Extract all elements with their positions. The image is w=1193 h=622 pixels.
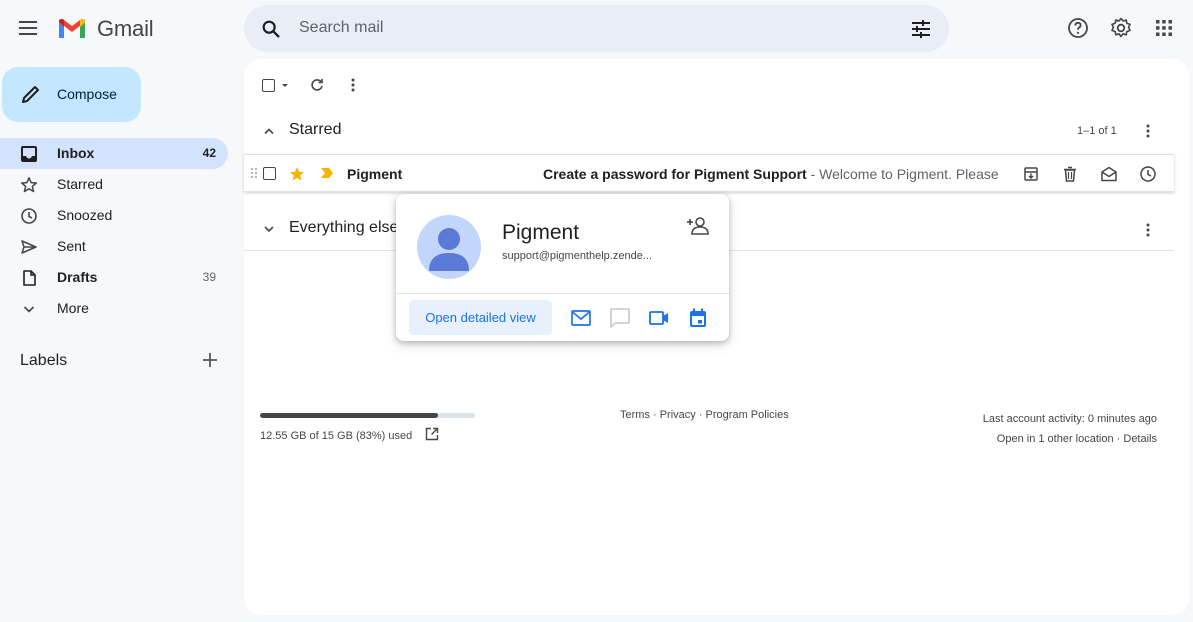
draft-count: 39 — [202, 270, 216, 284]
avatar — [417, 215, 481, 279]
account-activity: Last account activity: 0 minutes ago Ope… — [983, 409, 1157, 449]
main-menu-icon[interactable] — [17, 17, 41, 41]
sidebar-item-label: More — [57, 300, 89, 316]
email-icon[interactable] — [570, 307, 592, 329]
compose-button[interactable]: Compose — [2, 67, 141, 122]
storage-bar-fill — [260, 413, 439, 418]
apps-grid-icon[interactable] — [1151, 15, 1177, 41]
drag-handle-icon[interactable] — [250, 167, 258, 179]
sidebar-item-sent[interactable]: Sent — [0, 231, 228, 262]
open-detailed-view-button[interactable]: Open detailed view — [409, 300, 552, 335]
top-bar: Gmail — [0, 0, 1193, 56]
list-toolbar — [262, 75, 355, 95]
sidebar-item-more[interactable]: More — [0, 293, 228, 324]
draft-icon — [23, 270, 36, 286]
add-label-icon[interactable] — [202, 352, 218, 368]
star-filled-icon[interactable] — [289, 166, 305, 182]
gmail-m-icon — [59, 19, 85, 38]
storage-text: 12.55 GB of 15 GB (83%) used — [260, 430, 413, 442]
add-contact-icon[interactable] — [686, 216, 710, 236]
contact-hover-card: Pigment support@pigmenthelp.zende... Ope… — [396, 194, 729, 341]
storage-meter: 12.55 GB of 15 GB (83%) used — [260, 413, 475, 442]
section-title: Everything else — [289, 219, 399, 236]
open-external-icon[interactable] — [425, 427, 439, 441]
sidebar-item-drafts[interactable]: Drafts 39 — [0, 262, 228, 293]
labels-heading: Labels — [20, 352, 68, 369]
contact-name: Pigment — [502, 221, 580, 244]
inbox-icon — [21, 146, 37, 162]
pagination-range: 1–1 of 1 — [1077, 125, 1117, 137]
card-divider — [396, 293, 729, 294]
mark-as-read-icon[interactable] — [1100, 165, 1118, 183]
clock-icon — [21, 208, 37, 224]
person-icon — [429, 228, 469, 271]
sidebar-item-label: Drafts — [57, 269, 98, 285]
send-icon — [21, 240, 37, 254]
starred-section-header[interactable]: Starred 1–1 of 1 — [244, 113, 1189, 147]
sidebar-item-label: Inbox — [57, 145, 95, 161]
email-subject-line: Create a password for Pigment Support - … — [543, 166, 998, 182]
select-dropdown-icon[interactable] — [280, 80, 290, 90]
chevron-down-icon[interactable] — [262, 222, 276, 236]
video-call-icon[interactable] — [648, 307, 670, 329]
sidebar-item-label: Starred — [57, 176, 103, 192]
sidebar-item-inbox[interactable]: Inbox 42 — [0, 138, 228, 169]
section-more-icon[interactable] — [1146, 124, 1150, 138]
delete-icon[interactable] — [1061, 165, 1079, 183]
select-all-checkbox[interactable] — [262, 78, 275, 92]
email-subject: Create a password for Pigment Support — [543, 166, 807, 182]
compose-label: Compose — [57, 86, 117, 102]
section-more-icon[interactable] — [1146, 223, 1150, 237]
snooze-clock-icon[interactable] — [1139, 165, 1157, 183]
gmail-logo[interactable]: Gmail — [57, 16, 154, 42]
pencil-icon — [22, 86, 39, 103]
email-row[interactable]: Pigment Create a password for Pigment Su… — [244, 154, 1174, 192]
refresh-icon[interactable] — [309, 77, 325, 93]
sidebar-nav: Inbox 42 Starred Snoozed Sent Drafts 39 … — [0, 138, 228, 324]
star-outline-icon — [20, 177, 38, 193]
chevron-up-icon[interactable] — [262, 124, 276, 138]
calendar-icon[interactable] — [687, 307, 709, 329]
search-bar — [244, 5, 949, 52]
sidebar-item-starred[interactable]: Starred — [0, 169, 228, 200]
search-options-icon[interactable] — [909, 17, 933, 41]
important-marker-icon[interactable] — [320, 167, 334, 179]
app-name: Gmail — [97, 16, 154, 41]
help-icon[interactable] — [1065, 15, 1091, 41]
chat-icon — [610, 308, 630, 328]
archive-icon[interactable] — [1022, 165, 1040, 183]
sidebar-item-label: Sent — [57, 238, 86, 254]
other-locations-link[interactable]: Open in 1 other location · Details — [983, 429, 1157, 449]
search-input[interactable] — [299, 16, 859, 40]
more-options-icon[interactable] — [351, 78, 355, 92]
last-activity-text: Last account activity: 0 minutes ago — [982, 413, 1157, 425]
chevron-down-icon — [23, 306, 35, 313]
sidebar-item-label: Snoozed — [57, 207, 113, 223]
email-snippet: - Welcome to Pigment. Please create a pa… — [810, 166, 998, 182]
footer-policy-links[interactable]: Terms · Privacy · Program Policies — [620, 409, 789, 421]
unread-count: 42 — [202, 146, 216, 160]
contact-email[interactable]: support@pigmenthelp.zende... — [502, 250, 652, 262]
sidebar-item-snoozed[interactable]: Snoozed — [0, 200, 228, 231]
storage-bar — [260, 413, 475, 418]
row-checkbox[interactable] — [263, 167, 276, 180]
email-sender: Pigment — [347, 166, 403, 182]
section-title: Starred — [289, 121, 342, 138]
search-icon[interactable] — [260, 18, 282, 40]
settings-gear-icon[interactable] — [1108, 15, 1134, 41]
